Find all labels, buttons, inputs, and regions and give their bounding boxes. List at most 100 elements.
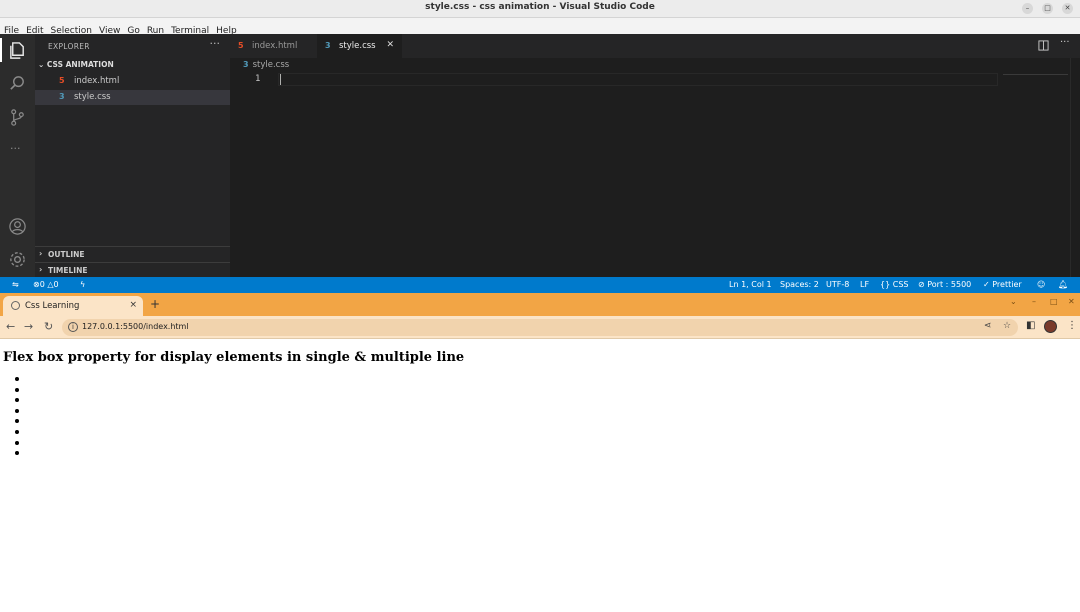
browser-tab-css-learning[interactable]: Css Learning × bbox=[3, 296, 143, 316]
minimize-button[interactable]: – bbox=[1022, 3, 1033, 14]
remote-icon[interactable]: ⇋ bbox=[12, 280, 19, 289]
activity-bar: ··· bbox=[0, 34, 35, 277]
list-item bbox=[15, 377, 19, 381]
share-icon[interactable]: ⋖ bbox=[984, 321, 992, 331]
vscode-title-bar: style.css - css animation - Visual Studi… bbox=[0, 0, 1080, 18]
browser-tab-title: Css Learning bbox=[25, 301, 80, 311]
source-control-icon[interactable] bbox=[8, 108, 27, 127]
check-icon: ✓ bbox=[983, 280, 993, 289]
bookmark-star-icon[interactable]: ☆ bbox=[1003, 321, 1011, 331]
new-tab-button[interactable]: + bbox=[150, 297, 160, 311]
notifications-icon[interactable]: 🔔︎ bbox=[1058, 280, 1068, 289]
list-item bbox=[15, 429, 19, 434]
account-icon[interactable] bbox=[8, 217, 27, 236]
list-item bbox=[15, 398, 19, 403]
url-text: 127.0.0.1:5500/index.html bbox=[82, 322, 189, 331]
tab-label: index.html bbox=[252, 41, 298, 51]
explorer-more-icon[interactable]: ··· bbox=[210, 37, 221, 50]
folder-label: CSS ANIMATION bbox=[46, 60, 114, 69]
site-info-icon[interactable]: i bbox=[68, 322, 78, 332]
html-file-icon: 5 bbox=[59, 76, 65, 85]
language-mode[interactable]: {} CSS bbox=[880, 280, 908, 289]
port-icon: ⊘ bbox=[918, 280, 928, 289]
web-page-content: Flex box property for display elements i… bbox=[0, 340, 1080, 612]
tab-search-icon[interactable]: ⌄ bbox=[1010, 297, 1017, 306]
file-index-html[interactable]: 5 index.html bbox=[35, 74, 230, 89]
page-heading: Flex box property for display elements i… bbox=[3, 350, 465, 365]
problems-indicator[interactable]: ⊗0 △0 bbox=[33, 280, 59, 289]
explorer-sidebar: EXPLORER ··· ⌄ CSS ANIMATION 5 index.htm… bbox=[35, 34, 230, 277]
editor-scrollbar[interactable] bbox=[1070, 58, 1080, 277]
chevron-right-icon: › bbox=[39, 265, 43, 274]
code-editor[interactable]: 3 style.css 1 bbox=[230, 58, 1080, 277]
encoding[interactable]: UTF-8 bbox=[826, 280, 849, 289]
profile-avatar[interactable] bbox=[1044, 320, 1057, 333]
live-server-port[interactable]: ⊘ Port : 5500 bbox=[918, 280, 971, 289]
prettier-status[interactable]: ✓ Prettier bbox=[983, 280, 1022, 289]
chevron-right-icon: › bbox=[39, 249, 43, 258]
list-item bbox=[15, 387, 19, 392]
close-icon[interactable]: ✕ bbox=[386, 40, 394, 50]
menu-kebab-icon[interactable]: ⋮ bbox=[1067, 320, 1077, 331]
forward-icon[interactable]: → bbox=[24, 320, 33, 333]
file-label: style.css bbox=[74, 92, 111, 102]
language-label: CSS bbox=[892, 280, 909, 289]
html-file-icon: 5 bbox=[238, 41, 244, 50]
reload-icon[interactable]: ↻ bbox=[44, 320, 53, 333]
gear-icon[interactable] bbox=[8, 250, 27, 269]
file-style-css[interactable]: 3 style.css bbox=[35, 90, 230, 105]
list-item bbox=[15, 451, 19, 456]
window-title: style.css - css animation - Visual Studi… bbox=[425, 2, 655, 12]
line-number: 1 bbox=[255, 74, 261, 84]
css-file-icon: 3 bbox=[59, 92, 65, 101]
outline-label: OUTLINE bbox=[48, 250, 85, 259]
minimap[interactable] bbox=[1003, 74, 1068, 75]
feedback-icon[interactable]: ☺ bbox=[1037, 280, 1045, 289]
css-file-icon: 3 bbox=[243, 60, 249, 69]
folder-css-animation[interactable]: ⌄ CSS ANIMATION bbox=[38, 60, 114, 69]
css-file-icon: 3 bbox=[325, 41, 331, 50]
status-bar: ⇋ ⊗0 △0 ϟ Ln 1, Col 1 Spaces: 2 UTF-8 LF… bbox=[0, 277, 1080, 293]
explorer-header: EXPLORER bbox=[48, 42, 90, 51]
close-window-button[interactable]: ✕ bbox=[1062, 3, 1073, 14]
timeline-label: TIMELINE bbox=[48, 266, 88, 275]
file-label: index.html bbox=[74, 76, 120, 86]
close-tab-icon[interactable]: × bbox=[129, 300, 137, 310]
timeline-section[interactable]: › TIMELINE bbox=[35, 262, 230, 277]
browser-tab-strip: Css Learning × + ⌄ – □ ✕ bbox=[0, 293, 1080, 316]
more-actions-icon[interactable]: ··· bbox=[1060, 37, 1070, 48]
cursor-position[interactable]: Ln 1, Col 1 bbox=[729, 280, 772, 289]
tab-index-html[interactable]: 5 index.html bbox=[230, 34, 316, 58]
live-share-icon[interactable]: ϟ bbox=[80, 280, 85, 289]
list-item bbox=[15, 440, 19, 445]
side-panel-icon[interactable]: ◧ bbox=[1026, 320, 1035, 331]
split-editor-icon[interactable] bbox=[1038, 40, 1049, 51]
end-of-line[interactable]: LF bbox=[860, 280, 869, 289]
browser-close-icon[interactable]: ✕ bbox=[1068, 297, 1075, 306]
browser-maximize-icon[interactable]: □ bbox=[1050, 297, 1058, 306]
more-views-icon[interactable]: ··· bbox=[10, 142, 21, 155]
menu-bar: File Edit Selection View Go Run Terminal Help bbox=[0, 18, 1080, 36]
address-bar[interactable]: i 127.0.0.1:5500/index.html ⋖ ☆ bbox=[62, 319, 1018, 336]
list-item bbox=[15, 419, 19, 424]
breadcrumb-label: style.css bbox=[252, 60, 290, 70]
browser-toolbar: ← → ↻ i 127.0.0.1:5500/index.html ⋖ ☆ ◧ … bbox=[0, 316, 1080, 339]
port-label: Port : 5500 bbox=[927, 280, 972, 289]
browser-minimize-icon[interactable]: – bbox=[1032, 297, 1036, 306]
current-line-highlight bbox=[278, 73, 998, 86]
explorer-icon[interactable] bbox=[8, 41, 27, 60]
back-icon[interactable]: ← bbox=[6, 320, 15, 333]
maximize-button[interactable]: □ bbox=[1042, 3, 1053, 14]
warning-count: 0 bbox=[53, 280, 59, 289]
breadcrumb[interactable]: 3 style.css bbox=[243, 60, 289, 70]
braces-icon: {} bbox=[880, 280, 893, 289]
prettier-label: Prettier bbox=[992, 280, 1022, 289]
bullet-list bbox=[15, 377, 19, 462]
globe-icon bbox=[11, 301, 20, 310]
outline-section[interactable]: › OUTLINE bbox=[35, 246, 230, 261]
tab-style-css[interactable]: 3 style.css ✕ bbox=[317, 34, 402, 58]
active-indicator bbox=[0, 38, 2, 62]
search-icon[interactable] bbox=[8, 74, 27, 93]
indentation[interactable]: Spaces: 2 bbox=[780, 280, 819, 289]
error-icon: ⊗ bbox=[33, 280, 40, 289]
